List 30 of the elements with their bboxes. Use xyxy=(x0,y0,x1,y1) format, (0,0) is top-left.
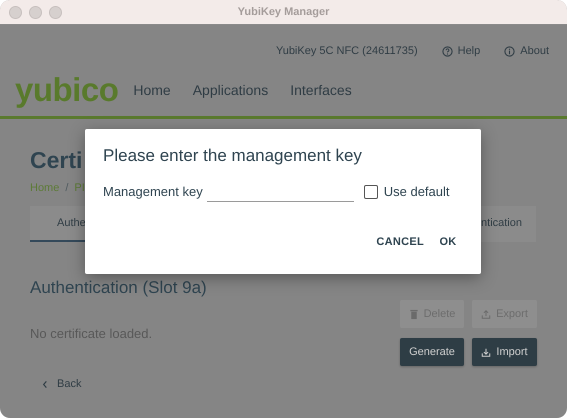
header-link[interactable]: About xyxy=(504,45,549,57)
breadcrumb-separator: / xyxy=(65,182,68,194)
upload-icon xyxy=(481,308,492,320)
checkbox-box[interactable] xyxy=(364,184,378,198)
nav-link[interactable]: Interfaces xyxy=(290,82,352,98)
dialog-title: Please enter the management key xyxy=(103,146,363,166)
chevron-left-icon xyxy=(42,380,48,388)
action-button[interactable]: Generate xyxy=(400,338,464,366)
page-title: Certi xyxy=(30,147,82,174)
download-icon xyxy=(481,346,492,358)
device-name: YubiKey 5C NFC (24611735) xyxy=(276,45,418,57)
close-button[interactable] xyxy=(9,6,22,18)
tab[interactable]: ntication xyxy=(481,206,536,242)
action-button[interactable]: Import xyxy=(472,338,537,366)
nav-link[interactable]: Applications xyxy=(192,82,268,98)
trash-icon xyxy=(408,308,419,320)
zoom-button[interactable] xyxy=(49,6,62,18)
field-label: Management key xyxy=(103,184,203,199)
back-link[interactable]: Back xyxy=(42,378,82,390)
nav-link[interactable]: Home xyxy=(133,82,171,98)
slot-title: Authentication (Slot 9a) xyxy=(30,278,207,298)
minimize-button[interactable] xyxy=(29,6,42,18)
header-link[interactable]: Help xyxy=(442,45,480,57)
window-title: YubiKey Manager xyxy=(238,6,330,18)
help-icon xyxy=(442,46,453,56)
dialog-button[interactable]: CANCEL xyxy=(376,232,424,252)
logo: yubico xyxy=(15,73,118,107)
info-icon xyxy=(504,46,516,56)
checkbox[interactable]: Use default xyxy=(364,184,450,199)
dialog-button[interactable]: OK xyxy=(438,232,458,252)
